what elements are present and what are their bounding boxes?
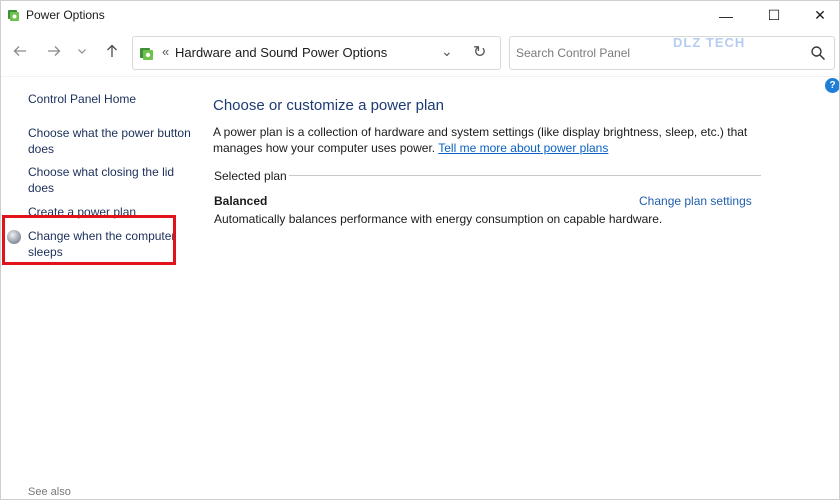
maximize-button[interactable]: ☐ xyxy=(751,1,797,30)
refresh-button[interactable]: ↻ xyxy=(473,42,486,62)
breadcrumb-separator[interactable]: › xyxy=(288,44,292,59)
close-button[interactable]: ✕ xyxy=(797,1,839,30)
watermark-logo: DLZ TECH xyxy=(673,35,799,67)
arrow-right-icon xyxy=(48,46,61,56)
window-title: Power Options xyxy=(26,8,105,22)
plan-name: Balanced xyxy=(214,194,268,208)
power-options-window: Power Options — ☐ ✕ « Hardware and Sound… xyxy=(0,0,840,500)
title-bar: Power Options — ☐ ✕ xyxy=(1,1,839,30)
breadcrumb-power-options[interactable]: Power Options xyxy=(302,45,387,60)
back-button[interactable] xyxy=(9,40,31,62)
page-description: A power plan is a collection of hardware… xyxy=(213,124,773,156)
breadcrumb-hardware-and-sound[interactable]: Hardware and Sound xyxy=(175,45,298,60)
control-panel-icon xyxy=(140,48,153,60)
section-divider xyxy=(289,175,761,176)
minimize-button[interactable]: — xyxy=(703,1,749,30)
search-icon[interactable] xyxy=(810,45,826,61)
control-panel-home-link[interactable]: Control Panel Home xyxy=(28,91,198,107)
watermark-text: DLZ TECH xyxy=(673,35,746,50)
breadcrumb-overflow[interactable]: « xyxy=(162,44,169,59)
help-button[interactable]: ? xyxy=(825,78,839,93)
learn-more-link[interactable]: Tell me more about power plans xyxy=(438,141,608,155)
highlight-box xyxy=(2,215,176,265)
arrow-up-icon xyxy=(107,44,117,57)
selected-plan-label: Selected plan xyxy=(214,169,287,183)
forward-button[interactable] xyxy=(43,40,65,62)
recent-locations-button[interactable] xyxy=(71,40,93,62)
up-button[interactable] xyxy=(101,40,123,62)
left-pane: Control Panel Home Choose what the power… xyxy=(1,77,201,499)
chevron-down-icon xyxy=(78,49,86,54)
plan-description: Automatically balances performance with … xyxy=(214,212,663,226)
power-options-app-icon xyxy=(8,10,19,21)
arrow-left-icon xyxy=(13,46,26,56)
sidebar-item-power-button[interactable]: Choose what the power button does xyxy=(28,125,198,157)
address-dropdown-button[interactable]: ⌄ xyxy=(441,43,453,60)
sidebar-item-closing-lid[interactable]: Choose what closing the lid does xyxy=(28,164,198,196)
change-plan-settings-link[interactable]: Change plan settings xyxy=(639,194,752,208)
address-bar[interactable]: « Hardware and Sound › Power Options ⌄ ↻ xyxy=(132,36,501,70)
see-also-label: See also xyxy=(28,486,71,498)
page-title: Choose or customize a power plan xyxy=(213,97,444,114)
search-placeholder: Search Control Panel xyxy=(516,46,631,60)
